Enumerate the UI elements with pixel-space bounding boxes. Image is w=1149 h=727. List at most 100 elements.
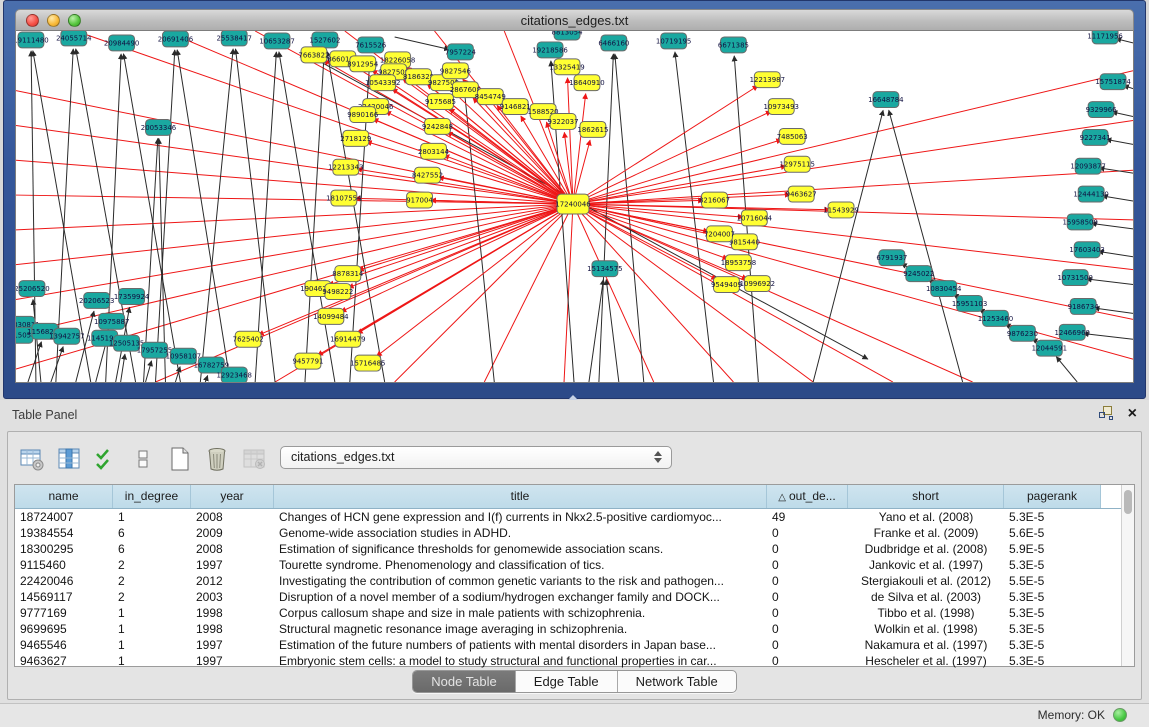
table-cell[interactable]: 0 — [767, 589, 848, 605]
table-row[interactable]: 1456911722003Disruption of a novel membe… — [15, 589, 1134, 605]
network-node[interactable]: 7485063 — [777, 128, 808, 144]
network-node[interactable]: 9175685 — [425, 94, 456, 110]
network-edge[interactable] — [1083, 334, 1133, 340]
table-cell[interactable]: 1 — [113, 637, 191, 653]
network-edge[interactable] — [121, 354, 125, 382]
network-node[interactable]: 15134575 — [587, 261, 622, 277]
network-edge[interactable] — [573, 204, 973, 382]
network-node[interactable]: 20691406 — [158, 31, 193, 47]
network-node[interactable]: 12466960 — [1055, 324, 1090, 340]
column-header-name[interactable]: name — [15, 485, 113, 508]
column-header-out_de[interactable]: △out_de... — [767, 485, 848, 508]
table-cell[interactable]: Changes of HCN gene expression and I(f) … — [274, 509, 767, 525]
network-node[interactable]: 12213343 — [328, 159, 363, 175]
table-cell[interactable]: Nakamura et al. (1997) — [848, 637, 1004, 653]
network-node[interactable]: 10996922 — [740, 276, 775, 292]
tab-edge-table[interactable]: Edge Table — [516, 671, 618, 692]
table-cell[interactable]: Dudbridge et al. (2008) — [848, 541, 1004, 557]
network-node[interactable]: 7663822 — [298, 47, 329, 63]
network-table-select[interactable]: citations_edges.txt — [280, 446, 672, 469]
table-cell[interactable]: 0 — [767, 605, 848, 621]
network-edge[interactable] — [16, 125, 573, 204]
network-node[interactable]: 10830454 — [926, 281, 962, 297]
table-cell[interactable]: 18724007 — [15, 509, 113, 525]
table-cell[interactable]: Tourette syndrome. Phenomenology and cla… — [274, 557, 767, 573]
network-edge[interactable] — [573, 86, 758, 204]
table-row[interactable]: 1938455462009Genome-wide association stu… — [15, 525, 1134, 541]
network-node[interactable]: 9457791 — [292, 353, 323, 369]
table-cell[interactable]: Jankovic et al. (1997) — [848, 557, 1004, 573]
network-node[interactable]: 9322037 — [548, 114, 579, 130]
table-cell[interactable]: 1997 — [191, 653, 274, 669]
table-row[interactable]: 946554611997Estimation of the future num… — [15, 637, 1134, 653]
network-node[interactable]: 10719195 — [656, 33, 691, 49]
network-edge[interactable] — [341, 204, 573, 312]
table-cell[interactable]: 2 — [113, 573, 191, 589]
network-node[interactable]: 9227341 — [1080, 129, 1111, 145]
network-node[interactable]: 9329966 — [1086, 102, 1117, 118]
network-node[interactable]: 11253460 — [978, 310, 1013, 326]
network-edge[interactable] — [395, 37, 450, 49]
network-edge[interactable] — [16, 195, 573, 204]
table-cell[interactable]: Estimation of the future numbers of pati… — [274, 637, 767, 653]
table-cell[interactable]: 6 — [113, 541, 191, 557]
table-row[interactable]: 969969511998Structural magnetic resonanc… — [15, 621, 1134, 637]
network-node[interactable]: 12213987 — [750, 72, 785, 88]
network-node[interactable]: 25206520 — [16, 281, 50, 297]
table-cell[interactable]: 0 — [767, 525, 848, 541]
network-edge[interactable] — [573, 120, 1133, 204]
show-columns-icon[interactable] — [55, 445, 83, 473]
network-edge[interactable] — [606, 280, 619, 382]
network-node[interactable]: 8427552 — [412, 167, 443, 183]
network-edge[interactable] — [205, 375, 207, 382]
table-cell[interactable]: Estimation of significance thresholds fo… — [274, 541, 767, 557]
network-edge[interactable] — [146, 361, 152, 382]
network-node[interactable]: 15716485 — [350, 355, 385, 371]
network-node[interactable]: 917004 — [406, 192, 433, 208]
network-node[interactable]: 12093877 — [1070, 158, 1105, 174]
table-cell[interactable]: 9465546 — [15, 637, 113, 653]
network-node[interactable]: 8878314 — [332, 266, 364, 282]
network-node[interactable]: 13942757 — [49, 328, 84, 344]
table-row[interactable]: 946362711997Embryonic stem cells: a mode… — [15, 653, 1134, 669]
network-node[interactable]: 19218586 — [532, 42, 567, 58]
column-header-pagerank[interactable]: pagerank — [1004, 485, 1101, 508]
create-new-column-icon[interactable] — [166, 445, 194, 473]
network-edge[interactable] — [573, 170, 1133, 204]
table-cell[interactable]: 5.3E-5 — [1004, 621, 1101, 637]
network-node[interactable]: 15951103 — [952, 295, 987, 311]
table-cell[interactable]: 1 — [113, 605, 191, 621]
network-node[interactable]: 9186734 — [1068, 298, 1100, 314]
table-cell[interactable]: Tibbo et al. (1998) — [848, 605, 1004, 621]
table-cell[interactable]: 2008 — [191, 541, 274, 557]
table-cell[interactable]: 1998 — [191, 605, 274, 621]
close-panel-icon[interactable]: × — [1128, 406, 1137, 421]
network-node[interactable]: 25538417 — [217, 31, 252, 46]
column-header-year[interactable]: year — [191, 485, 274, 508]
network-node[interactable]: 7204007 — [704, 226, 735, 242]
network-edge[interactable] — [573, 166, 786, 204]
network-node[interactable]: 10543392 — [365, 75, 400, 91]
table-cell[interactable]: 9699695 — [15, 621, 113, 637]
table-row[interactable]: 2242004622012Investigating the contribut… — [15, 573, 1134, 589]
table-cell[interactable]: 22420046 — [15, 573, 113, 589]
float-panel-icon[interactable] — [1099, 406, 1114, 421]
table-cell[interactable]: 1997 — [191, 637, 274, 653]
table-cell[interactable]: 5.6E-5 — [1004, 525, 1101, 541]
network-node[interactable]: 10973493 — [764, 99, 799, 115]
table-row[interactable]: 977716911998Corpus callosum shape and si… — [15, 605, 1134, 621]
network-edge[interactable] — [813, 110, 883, 382]
network-node[interactable]: 10653287 — [259, 33, 294, 49]
network-node[interactable]: 9827546 — [440, 63, 471, 79]
network-canvas[interactable]: 1724004619111480240557142098449020691406… — [15, 31, 1134, 383]
table-cell[interactable]: 14569117 — [15, 589, 113, 605]
table-cell[interactable]: 2 — [113, 589, 191, 605]
network-edge[interactable] — [1086, 279, 1133, 285]
network-edge[interactable] — [16, 204, 573, 265]
network-node[interactable]: 6466160 — [598, 35, 629, 51]
table-cell[interactable]: 5.5E-5 — [1004, 573, 1101, 589]
network-node[interactable]: 9463627 — [786, 186, 817, 202]
network-edge[interactable] — [358, 204, 573, 270]
table-cell[interactable]: 1998 — [191, 621, 274, 637]
network-node[interactable]: 2803144 — [418, 143, 450, 159]
